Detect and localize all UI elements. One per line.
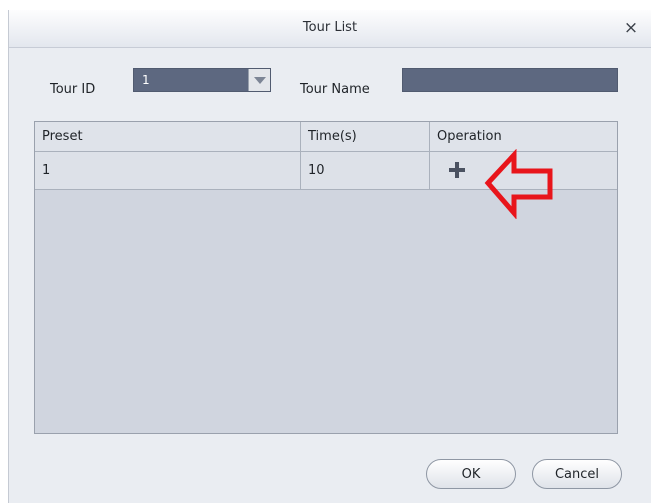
cancel-button[interactable]: Cancel	[532, 459, 622, 489]
table-header: Preset Time(s) Operation	[35, 122, 617, 152]
arrow-left-outline-icon	[484, 149, 553, 219]
ok-button[interactable]: OK	[426, 459, 516, 489]
column-header-operation[interactable]: Operation	[430, 122, 618, 151]
column-header-time[interactable]: Time(s)	[301, 122, 430, 151]
plus-icon[interactable]	[446, 159, 468, 181]
chevron-down-icon[interactable]	[248, 69, 270, 91]
preset-cell: 1	[35, 152, 301, 189]
arrow-annotation	[484, 149, 553, 219]
column-header-preset[interactable]: Preset	[35, 122, 301, 151]
title-bar: Tour List ×	[9, 10, 651, 48]
tour-name-label: Tour Name	[300, 82, 370, 97]
dialog-title: Tour List	[302, 20, 358, 35]
close-icon[interactable]: ×	[621, 18, 641, 38]
tour-id-value: 1	[142, 73, 150, 87]
time-cell: 10	[301, 152, 430, 189]
tour-id-dropdown[interactable]: 1	[133, 68, 271, 92]
tour-name-input[interactable]	[402, 68, 618, 92]
tour-id-label: Tour ID	[50, 82, 96, 97]
